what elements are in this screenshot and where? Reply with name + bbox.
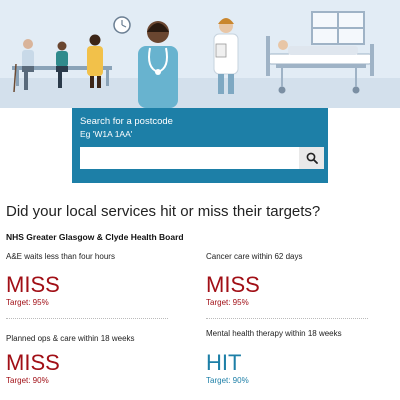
- target-card-mental-health: Mental health therapy within 18 weeks HI…: [206, 328, 356, 392]
- search-icon: [306, 152, 318, 164]
- clock-icon: [113, 16, 131, 34]
- page-heading: Did your local services hit or miss thei…: [6, 203, 321, 220]
- target-label: Planned ops & care within 18 weeks: [6, 334, 135, 343]
- result-status: MISS: [6, 350, 60, 375]
- result-status: MISS: [6, 272, 60, 297]
- search-hint: Eg 'W1A 1AA': [80, 129, 133, 139]
- health-board-name: NHS Greater Glasgow & Clyde Health Board: [6, 232, 184, 242]
- card-divider: [206, 318, 368, 319]
- search-button[interactable]: [299, 147, 324, 169]
- postcode-input[interactable]: [80, 147, 299, 169]
- target-label: Mental health therapy within 18 weeks: [206, 329, 342, 338]
- target-label: A&E waits less than four hours: [6, 252, 115, 261]
- target-value: Target: 95%: [206, 298, 249, 307]
- postcode-search-panel: Search for a postcode Eg 'W1A 1AA': [72, 108, 328, 183]
- target-card-cancer: Cancer care within 62 days MISS Target: …: [206, 251, 376, 321]
- result-status: MISS: [206, 272, 260, 297]
- hero-illustration: [0, 0, 400, 108]
- target-value: Target: 95%: [6, 298, 49, 307]
- target-value: Target: 90%: [6, 376, 49, 385]
- card-divider: [6, 318, 168, 319]
- search-title: Search for a postcode: [80, 116, 173, 127]
- result-status: HIT: [206, 350, 242, 375]
- target-card-ae: A&E waits less than four hours MISS Targ…: [6, 251, 176, 321]
- target-card-planned-ops: Planned ops & care within 18 weeks MISS …: [6, 333, 176, 393]
- target-label: Cancer care within 62 days: [206, 252, 303, 261]
- target-value: Target: 90%: [206, 376, 249, 385]
